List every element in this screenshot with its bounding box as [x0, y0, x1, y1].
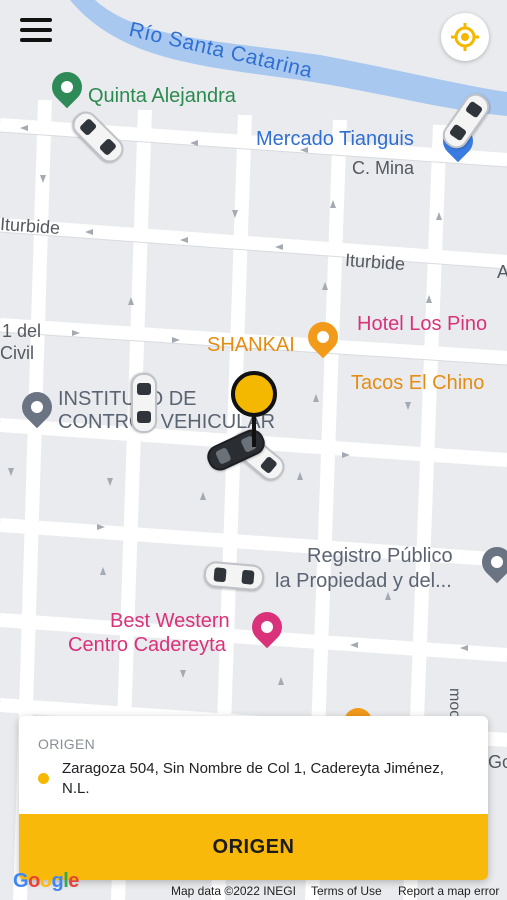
locate-button[interactable] [441, 13, 489, 61]
poi-registro-line2[interactable]: la Propiedad y del... [275, 570, 452, 592]
map-footer: Google Map data ©2022 INEGI Terms of Use… [0, 870, 507, 900]
google-logo: Google [13, 870, 79, 892]
poi-instituto-line1[interactable]: INSTITUTO DE [58, 388, 197, 410]
street-label-iturbide-east: Iturbide [344, 249, 406, 275]
street-label-go: Go [488, 752, 507, 772]
center-location-pin-icon [231, 371, 277, 447]
street-label-1-del: 1 del [2, 321, 42, 341]
hamburger-menu-icon[interactable] [20, 18, 52, 44]
origin-address[interactable]: Zaragoza 504, Sin Nombre de Col 1, Cader… [62, 759, 462, 799]
street-label-mina: C. Mina [352, 158, 415, 178]
confirm-origin-button[interactable]: ORIGEN [19, 814, 488, 880]
street-label-iturbide-west: Iturbide [0, 213, 61, 239]
poi-shankai[interactable]: SHANKAI [207, 334, 295, 357]
poi-mercado-tianguis[interactable]: Mercado Tianguis [256, 128, 414, 151]
taxi-car-icon [202, 560, 266, 592]
poi-registro-line1[interactable]: Registro Público [307, 545, 453, 567]
poi-tacos-el-chino[interactable]: Tacos El Chino [351, 372, 484, 395]
crosshair-locate-icon [451, 23, 479, 51]
report-map-error-link[interactable]: Report a map error [398, 884, 499, 898]
street-label-civil: Civil [0, 343, 34, 363]
poi-best-western-line2[interactable]: Centro Cadereyta [68, 634, 226, 657]
terms-of-use-link[interactable]: Terms of Use [311, 884, 382, 898]
origin-card: ORIGEN Zaragoza 504, Sin Nombre de Col 1… [19, 716, 488, 880]
origin-title: ORIGEN [38, 736, 96, 752]
street-label-moc: moc [446, 688, 463, 719]
poi-quinta-alejandra[interactable]: Quinta Alejandra [88, 85, 236, 108]
poi-best-western-line1[interactable]: Best Western [110, 610, 230, 633]
poi-hotel-los-pino[interactable]: Hotel Los Pino [357, 313, 487, 336]
street-label-edge: A [497, 262, 507, 282]
origin-dot-icon [38, 773, 49, 784]
taxi-car-icon [131, 373, 157, 433]
map-data-credit: Map data ©2022 INEGI [171, 884, 296, 898]
